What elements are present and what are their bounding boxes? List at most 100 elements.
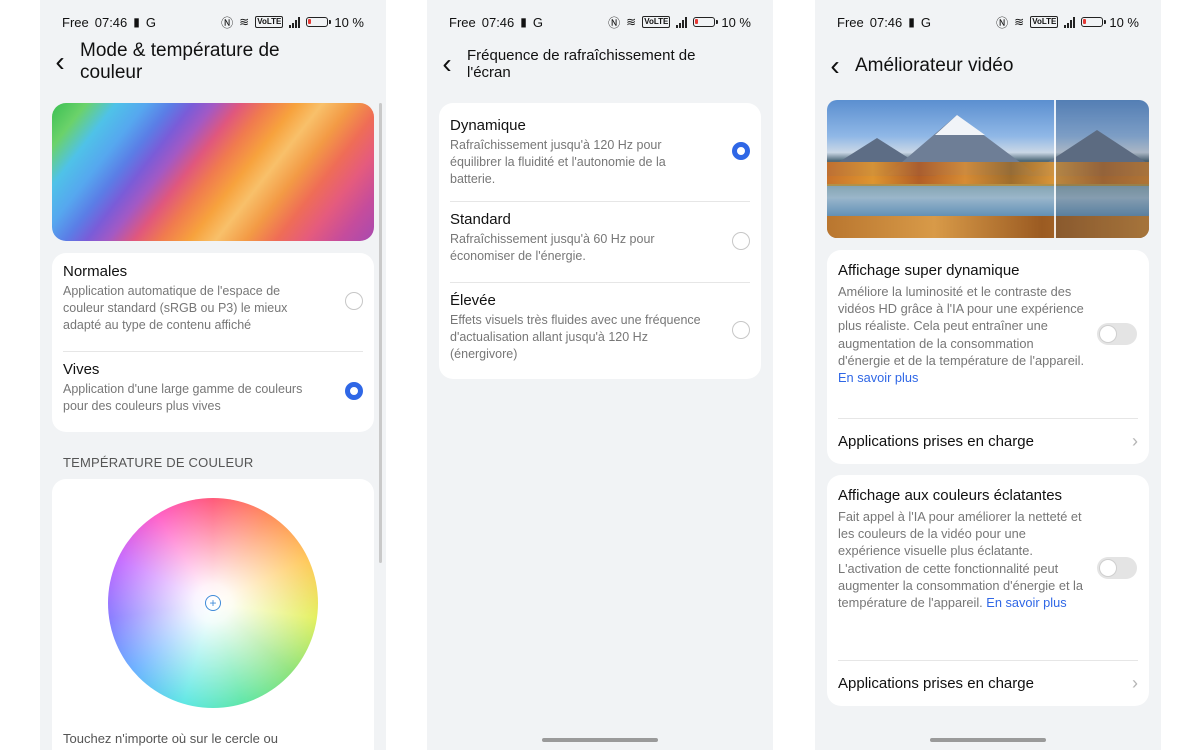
screen-video-enhancer: Free 07:46 ▮ G Ⓝ ≋ VoLTE 10 % ‹ Améliora… <box>815 0 1161 750</box>
chevron-right-icon: › <box>1132 430 1138 451</box>
volte-icon: VoLTE <box>1030 16 1059 28</box>
learn-more-link[interactable]: En savoir plus <box>838 370 918 385</box>
learn-more-link[interactable]: En savoir plus <box>986 595 1066 610</box>
option-normales[interactable]: Normales Application automatique de l'es… <box>52 253 374 351</box>
carrier-label: Free <box>837 14 864 30</box>
scrollbar[interactable] <box>379 103 382 563</box>
feature-super-dynamic: Affichage super dynamique Améliore la lu… <box>827 250 1149 418</box>
signal-icon <box>1064 16 1076 28</box>
option-title: Normales <box>63 263 128 280</box>
volte-icon: VoLTE <box>255 16 284 28</box>
wifi-icon: ≋ <box>1014 15 1025 29</box>
super-dynamic-toggle[interactable] <box>1097 323 1137 345</box>
clock: 07:46 <box>481 14 515 30</box>
before-overlay <box>1056 100 1149 238</box>
chevron-left-icon[interactable]: ‹ <box>427 50 467 78</box>
option-title: Vives <box>63 361 100 378</box>
chevron-right-icon: › <box>1132 672 1138 693</box>
nfc-icon: Ⓝ <box>221 15 234 30</box>
home-indicator[interactable] <box>542 738 658 742</box>
g-icon: G <box>145 14 157 30</box>
option-desc: Effets visuels très fluides avec une fré… <box>450 313 701 361</box>
vivid-colors-card: Affichage aux couleurs éclatantes Fait a… <box>827 475 1149 706</box>
nfc-icon: Ⓝ <box>996 15 1009 30</box>
page-header: ‹ Mode & température de couleur <box>40 40 386 84</box>
radio-elevee[interactable] <box>732 320 750 339</box>
signal-icon <box>289 16 301 28</box>
radio-vives[interactable] <box>345 381 363 400</box>
status-bar: Free 07:46 ▮ G Ⓝ ≋ VoLTE 10 % <box>40 12 386 32</box>
page-title: Améliorateur vidéo <box>855 55 1014 76</box>
vivid-colors-toggle[interactable] <box>1097 556 1137 579</box>
battery-low-icon <box>1081 17 1107 27</box>
g-icon: G <box>532 14 544 30</box>
page-title-line2: couleur <box>80 62 143 83</box>
feature-desc-text: Améliore la luminosité et le contraste d… <box>838 284 1085 368</box>
page-title-line1: Mode & température de <box>80 40 280 61</box>
battery-low-icon <box>306 17 332 27</box>
sim-icon: ▮ <box>520 15 527 29</box>
option-dynamique[interactable]: Dynamique Rafraîchissement jusqu'à 120 H… <box>439 103 761 201</box>
color-wheel[interactable]: + <box>108 498 318 708</box>
option-desc: Application automatique de l'espace de c… <box>63 284 288 332</box>
option-vives[interactable]: Vives Application d'une large gamme de c… <box>52 351 374 432</box>
supported-apps-row[interactable]: Applications prises en charge › <box>827 660 1149 706</box>
status-bar: Free 07:46 ▮ G Ⓝ ≋ VoLTE 10 % <box>427 12 773 32</box>
option-standard[interactable]: Standard Rafraîchissement jusqu'à 60 Hz … <box>439 201 761 282</box>
volte-icon: VoLTE <box>642 16 671 28</box>
sim-icon: ▮ <box>908 15 915 29</box>
option-elevee[interactable]: Élevée Effets visuels très fluides avec … <box>439 282 761 379</box>
refresh-rate-card: Dynamique Rafraîchissement jusqu'à 120 H… <box>439 103 761 379</box>
super-dynamic-card: Affichage super dynamique Améliore la lu… <box>827 250 1149 464</box>
clock: 07:46 <box>869 14 903 30</box>
chevron-left-icon[interactable]: ‹ <box>40 48 80 76</box>
wifi-icon: ≋ <box>626 15 637 29</box>
radio-dynamique[interactable] <box>732 142 750 160</box>
page-header: ‹ Fréquence de rafraîchissement de l'écr… <box>427 47 773 81</box>
feature-desc: Améliore la luminosité et le contraste d… <box>838 283 1089 386</box>
color-preview-image <box>52 103 374 241</box>
section-label-temperature: TEMPÉRATURE DE COULEUR <box>63 455 254 470</box>
page-title-line2: l'écran <box>467 64 511 81</box>
page-title-line1: Fréquence de rafraîchissement de <box>467 47 696 64</box>
option-title: Dynamique <box>450 117 526 134</box>
battery-percent: 10 % <box>334 14 364 30</box>
battery-percent: 10 % <box>721 14 751 30</box>
color-mode-card: Normales Application automatique de l'es… <box>52 253 374 432</box>
feature-vivid-colors: Affichage aux couleurs éclatantes Fait a… <box>827 475 1149 660</box>
screen-color-mode: Free 07:46 ▮ G Ⓝ ≋ VoLTE 10 % ‹ Mode & t… <box>40 0 386 750</box>
page-title: Mode & température de couleur <box>80 40 280 84</box>
status-bar: Free 07:46 ▮ G Ⓝ ≋ VoLTE 10 % <box>815 12 1161 32</box>
home-indicator[interactable] <box>930 738 1046 742</box>
radio-normales[interactable] <box>345 292 363 310</box>
option-desc: Application d'une large gamme de couleur… <box>63 382 303 413</box>
comparison-divider[interactable] <box>1054 100 1056 238</box>
carrier-label: Free <box>449 14 476 30</box>
battery-percent: 10 % <box>1109 14 1139 30</box>
video-preview-image <box>827 100 1149 238</box>
clock: 07:46 <box>94 14 128 30</box>
feature-desc: Fait appel à l'IA pour améliorer la nett… <box>838 508 1089 611</box>
radio-standard[interactable] <box>732 231 750 250</box>
sim-icon: ▮ <box>133 15 140 29</box>
option-desc: Rafraîchissement jusqu'à 120 Hz pour équ… <box>450 138 666 186</box>
option-title: Élevée <box>450 292 496 309</box>
option-desc: Rafraîchissement jusqu'à 60 Hz pour écon… <box>450 232 655 263</box>
option-title: Standard <box>450 211 511 228</box>
color-wheel-card: + <box>52 479 374 750</box>
screen-refresh-rate: Free 07:46 ▮ G Ⓝ ≋ VoLTE 10 % ‹ Fréquenc… <box>427 0 773 750</box>
chevron-left-icon[interactable]: ‹ <box>815 52 855 80</box>
mountain-snow-shape <box>935 115 985 135</box>
toggle-knob <box>1100 559 1116 576</box>
g-icon: G <box>920 14 932 30</box>
page-title: Fréquence de rafraîchissement de l'écran <box>467 47 695 81</box>
supported-apps-row[interactable]: Applications prises en charge › <box>827 418 1149 464</box>
page-header: ‹ Améliorateur vidéo <box>815 52 1161 80</box>
crosshair-icon[interactable]: + <box>205 595 221 611</box>
wifi-icon: ≋ <box>239 15 250 29</box>
supported-apps-label: Applications prises en charge <box>838 432 1034 450</box>
carrier-label: Free <box>62 14 89 30</box>
toggle-knob <box>1100 326 1116 342</box>
feature-title: Affichage aux couleurs éclatantes <box>838 487 1063 504</box>
wheel-hint: Touchez n'importe où sur le cercle ou <box>63 731 278 746</box>
